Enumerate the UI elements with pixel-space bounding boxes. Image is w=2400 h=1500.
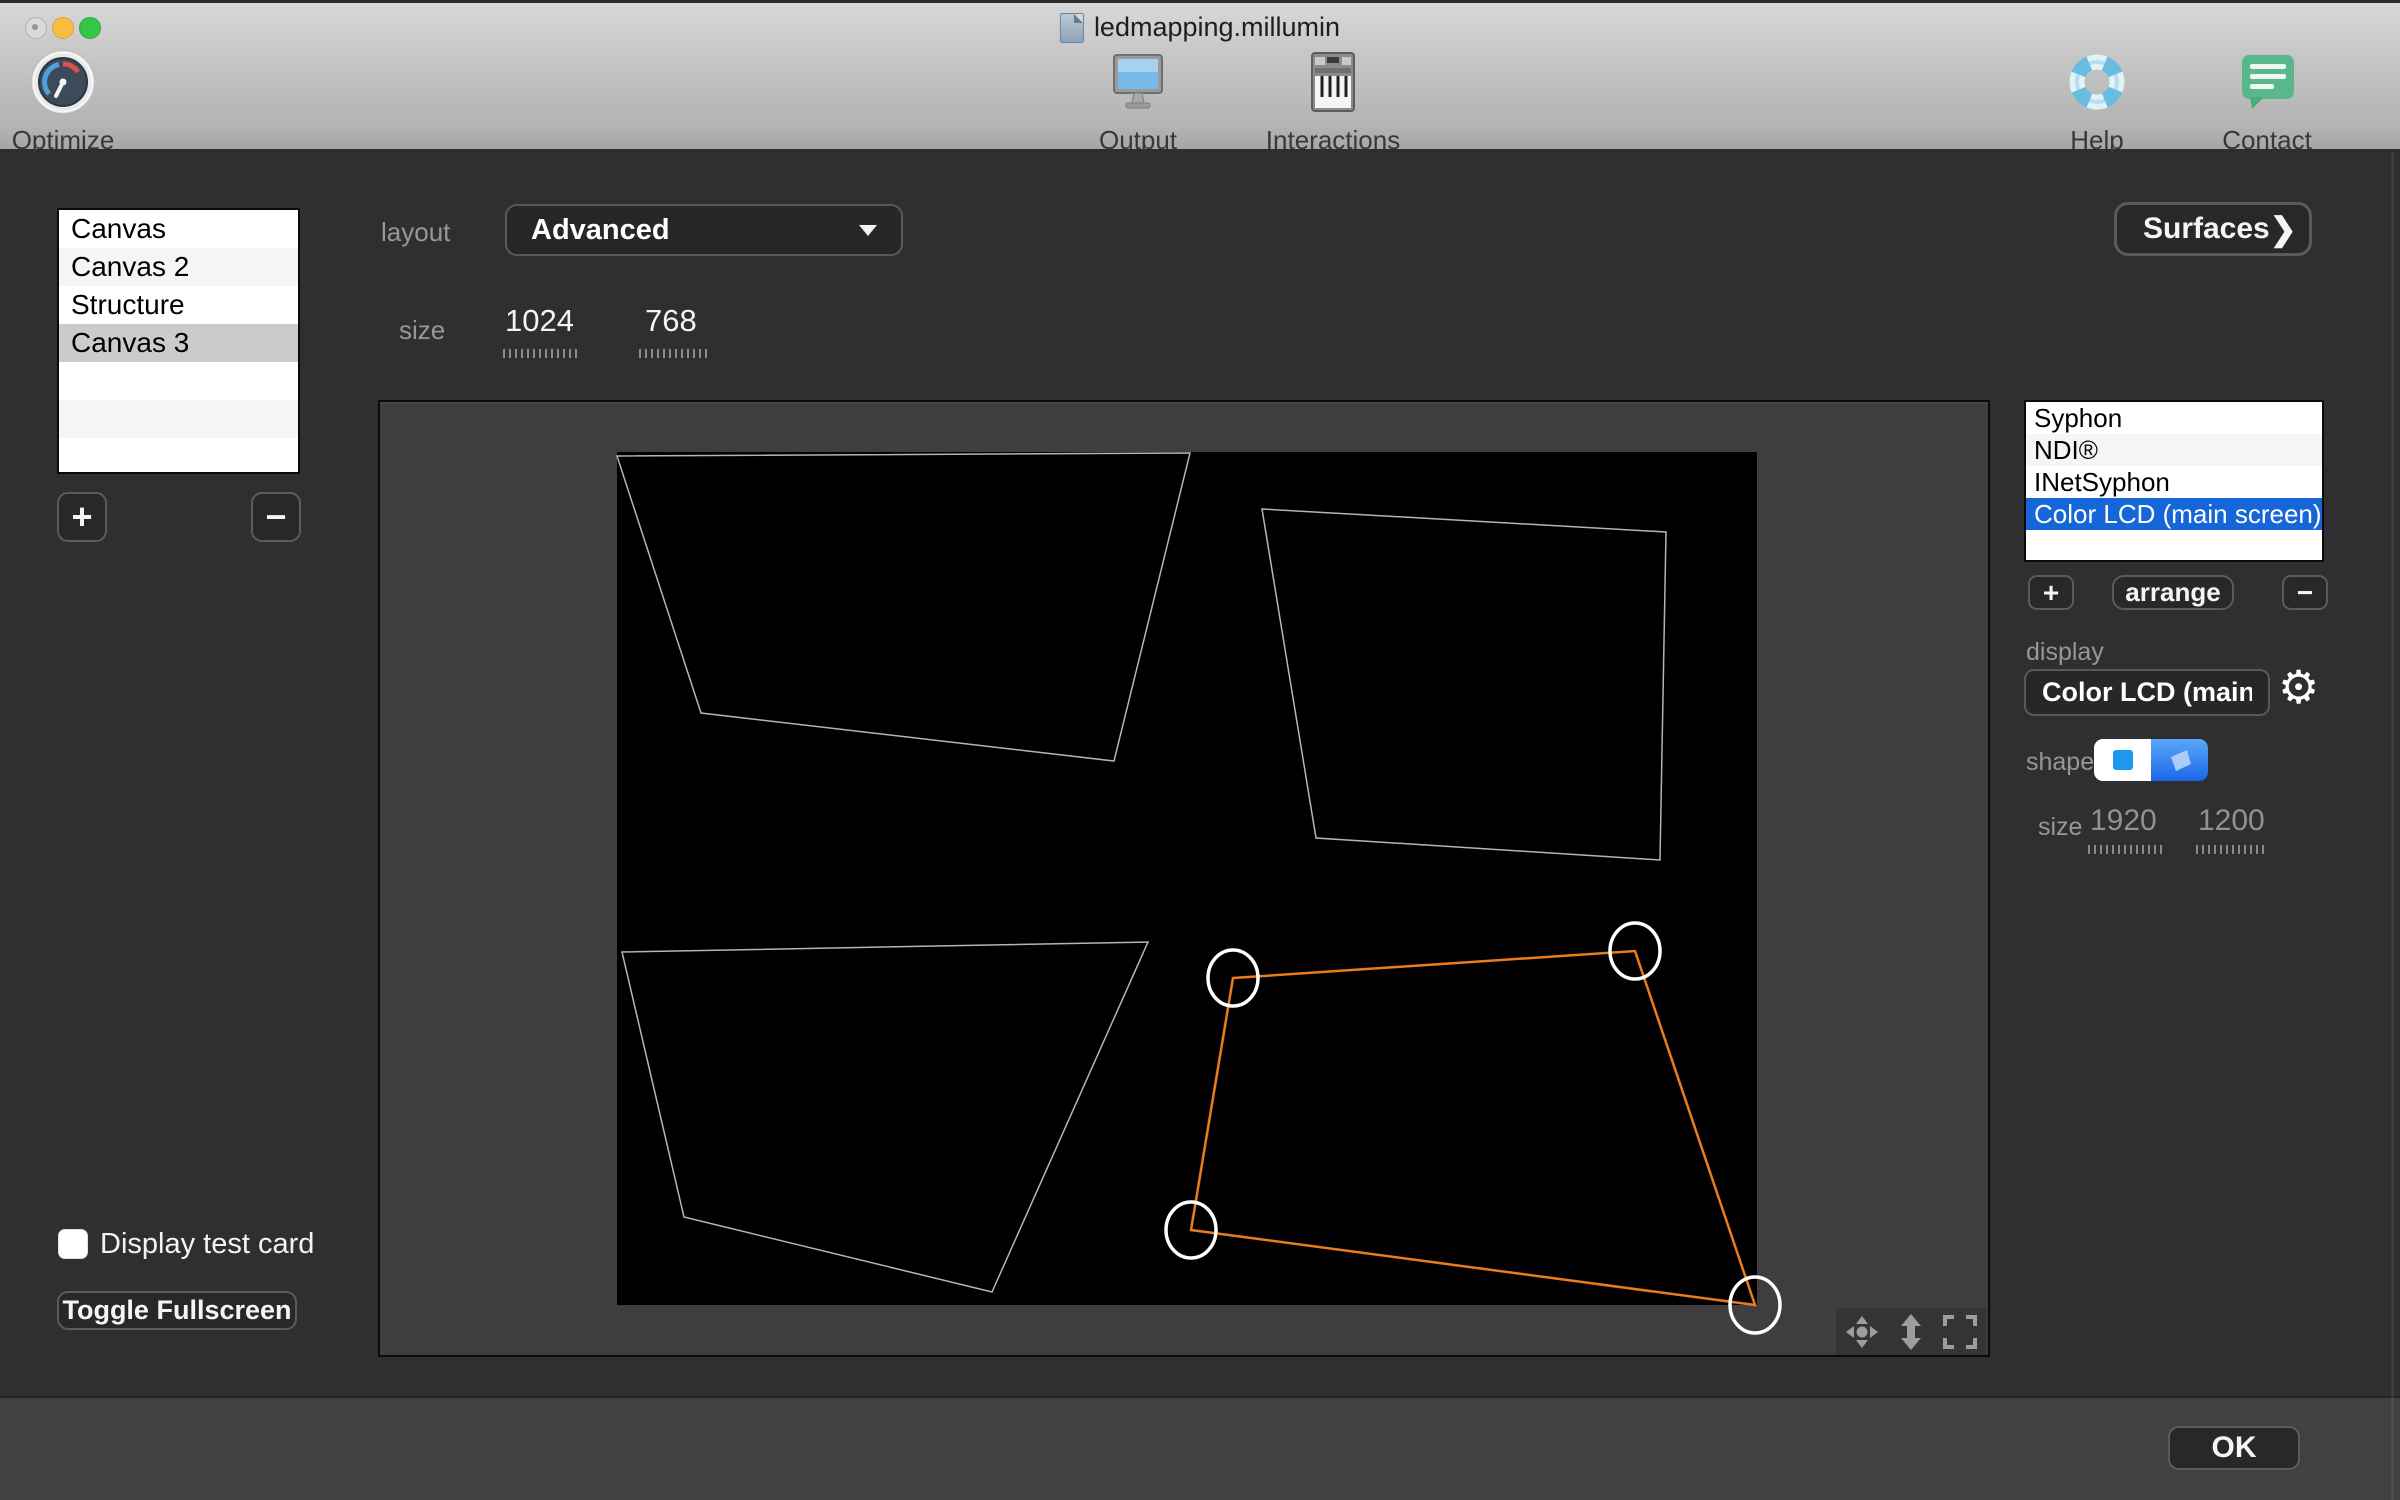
display-width-ruler xyxy=(2088,845,2162,854)
close-button[interactable] xyxy=(25,17,47,39)
surfaces-button-label: Surfaces xyxy=(2143,212,2270,245)
window-title-group: ledmapping.millumin xyxy=(1059,12,1341,43)
ok-button[interactable]: OK xyxy=(2168,1426,2300,1470)
toolbar-item-optimize[interactable]: Optimize xyxy=(0,47,153,156)
chevron-down-icon xyxy=(859,224,877,236)
interactions-keyboard-icon xyxy=(1243,47,1423,117)
zoom-button[interactable] xyxy=(79,17,101,39)
list-item[interactable]: Syphon xyxy=(2026,402,2322,434)
add-output-button[interactable]: + xyxy=(2028,575,2074,610)
display-height-field: 1200 xyxy=(2198,804,2265,837)
rectangle-icon xyxy=(2112,750,2133,770)
document-icon xyxy=(1059,12,1084,43)
surface-outline[interactable] xyxy=(1261,508,1667,861)
contact-label: Contact xyxy=(2222,125,2312,155)
toolbar-item-output[interactable]: Output xyxy=(1048,47,1228,156)
vertical-arrow-icon[interactable] xyxy=(1894,1313,1928,1351)
layout-select[interactable]: Advanced xyxy=(505,204,903,256)
gear-icon[interactable]: ⚙ xyxy=(2278,664,2319,710)
list-item[interactable]: Canvas 3 xyxy=(59,324,298,362)
output-label: Output xyxy=(1098,125,1178,155)
bottom-bar: OK xyxy=(0,1396,2400,1500)
display-select[interactable]: Color LCD (main screen) xyxy=(2024,669,2270,716)
arrange-button[interactable]: arrange xyxy=(2112,575,2234,610)
interactions-label: Interactions xyxy=(1265,125,1401,155)
canvas-height-ruler[interactable] xyxy=(639,349,709,358)
output-monitor-icon xyxy=(1048,47,1228,117)
toolbar-item-interactions[interactable]: Interactions xyxy=(1243,47,1423,156)
list-item xyxy=(59,362,298,400)
fullscreen-icon[interactable] xyxy=(1941,1313,1979,1351)
mapping-svg xyxy=(615,452,1782,1335)
display-width-field: 1920 xyxy=(2090,804,2157,837)
list-item[interactable]: INetSyphon xyxy=(2026,466,2322,498)
toolbar-item-contact[interactable]: Contact xyxy=(2177,47,2357,156)
canvas-size-label: size xyxy=(399,315,446,345)
canvas-width-ruler[interactable] xyxy=(503,349,581,358)
canvas-height-field[interactable]: 768 xyxy=(645,303,697,339)
chevron-right-icon: ❯ xyxy=(2269,211,2297,247)
shape-freeform-option[interactable] xyxy=(2151,739,2208,781)
list-item xyxy=(59,400,298,438)
outputs-list: Syphon NDI® INetSyphon Color LCD (main scre… xyxy=(2024,400,2324,562)
help-label: Help xyxy=(2070,125,2124,155)
toolbar-item-help[interactable]: Help xyxy=(2007,47,2187,156)
display-select-value: Color LCD (main screen) xyxy=(2042,677,2252,707)
display-height-ruler xyxy=(2196,845,2268,854)
test-card-label: Display test card xyxy=(100,1228,315,1260)
remove-output-button[interactable]: − xyxy=(2282,575,2328,610)
stage-tools xyxy=(1836,1308,1986,1355)
mapping-stage[interactable] xyxy=(378,400,1990,1357)
contact-bubble-icon xyxy=(2177,47,2357,117)
optimize-gauge-icon xyxy=(0,47,153,117)
list-item[interactable]: Color LCD (main screen) xyxy=(2026,498,2322,530)
test-card-checkbox[interactable] xyxy=(58,1229,88,1259)
list-item[interactable]: Structure xyxy=(59,286,298,324)
optimize-label: Optimize xyxy=(11,125,115,155)
list-item[interactable]: Canvas 2 xyxy=(59,248,298,286)
canvas-list: Canvas Canvas 2 Structure Canvas 3 xyxy=(57,208,300,474)
pan-move-icon[interactable] xyxy=(1843,1315,1881,1349)
toggle-fullscreen-button[interactable]: Toggle Fullscreen xyxy=(57,1291,297,1330)
shape-label: shape xyxy=(2026,748,2095,776)
layout-label: layout xyxy=(381,217,451,247)
list-item xyxy=(2026,530,2322,560)
layout-select-value: Advanced xyxy=(531,213,670,246)
remove-canvas-button[interactable]: − xyxy=(251,492,301,542)
millumin-window: ledmapping.millumin Optimize Output Inte… xyxy=(0,0,2400,1500)
list-item xyxy=(59,438,298,472)
display-label: display xyxy=(2026,638,2104,666)
list-item[interactable]: Canvas xyxy=(59,210,298,248)
list-item[interactable]: NDI® xyxy=(2026,434,2322,466)
titlebar-toolbar: ledmapping.millumin Optimize Output Inte… xyxy=(0,0,2400,155)
surface-outline[interactable] xyxy=(615,452,1191,762)
shape-segmented-control xyxy=(2094,739,2208,781)
window-title: ledmapping.millumin xyxy=(1093,12,1341,42)
display-size-label: size xyxy=(2038,813,2083,841)
add-canvas-button[interactable]: + xyxy=(57,492,107,542)
minimize-button[interactable] xyxy=(52,17,74,39)
surfaces-button[interactable]: Surfaces ❯ xyxy=(2114,202,2312,256)
right-edge-line xyxy=(2391,152,2394,1500)
shape-rectangle-option[interactable] xyxy=(2094,739,2151,781)
help-lifering-icon xyxy=(2007,47,2187,117)
canvas-width-field[interactable]: 1024 xyxy=(505,303,574,339)
freeform-quad-icon xyxy=(2170,750,2191,771)
selected-surface-outline[interactable] xyxy=(1189,949,1757,1307)
surface-outline[interactable] xyxy=(621,941,1150,1293)
